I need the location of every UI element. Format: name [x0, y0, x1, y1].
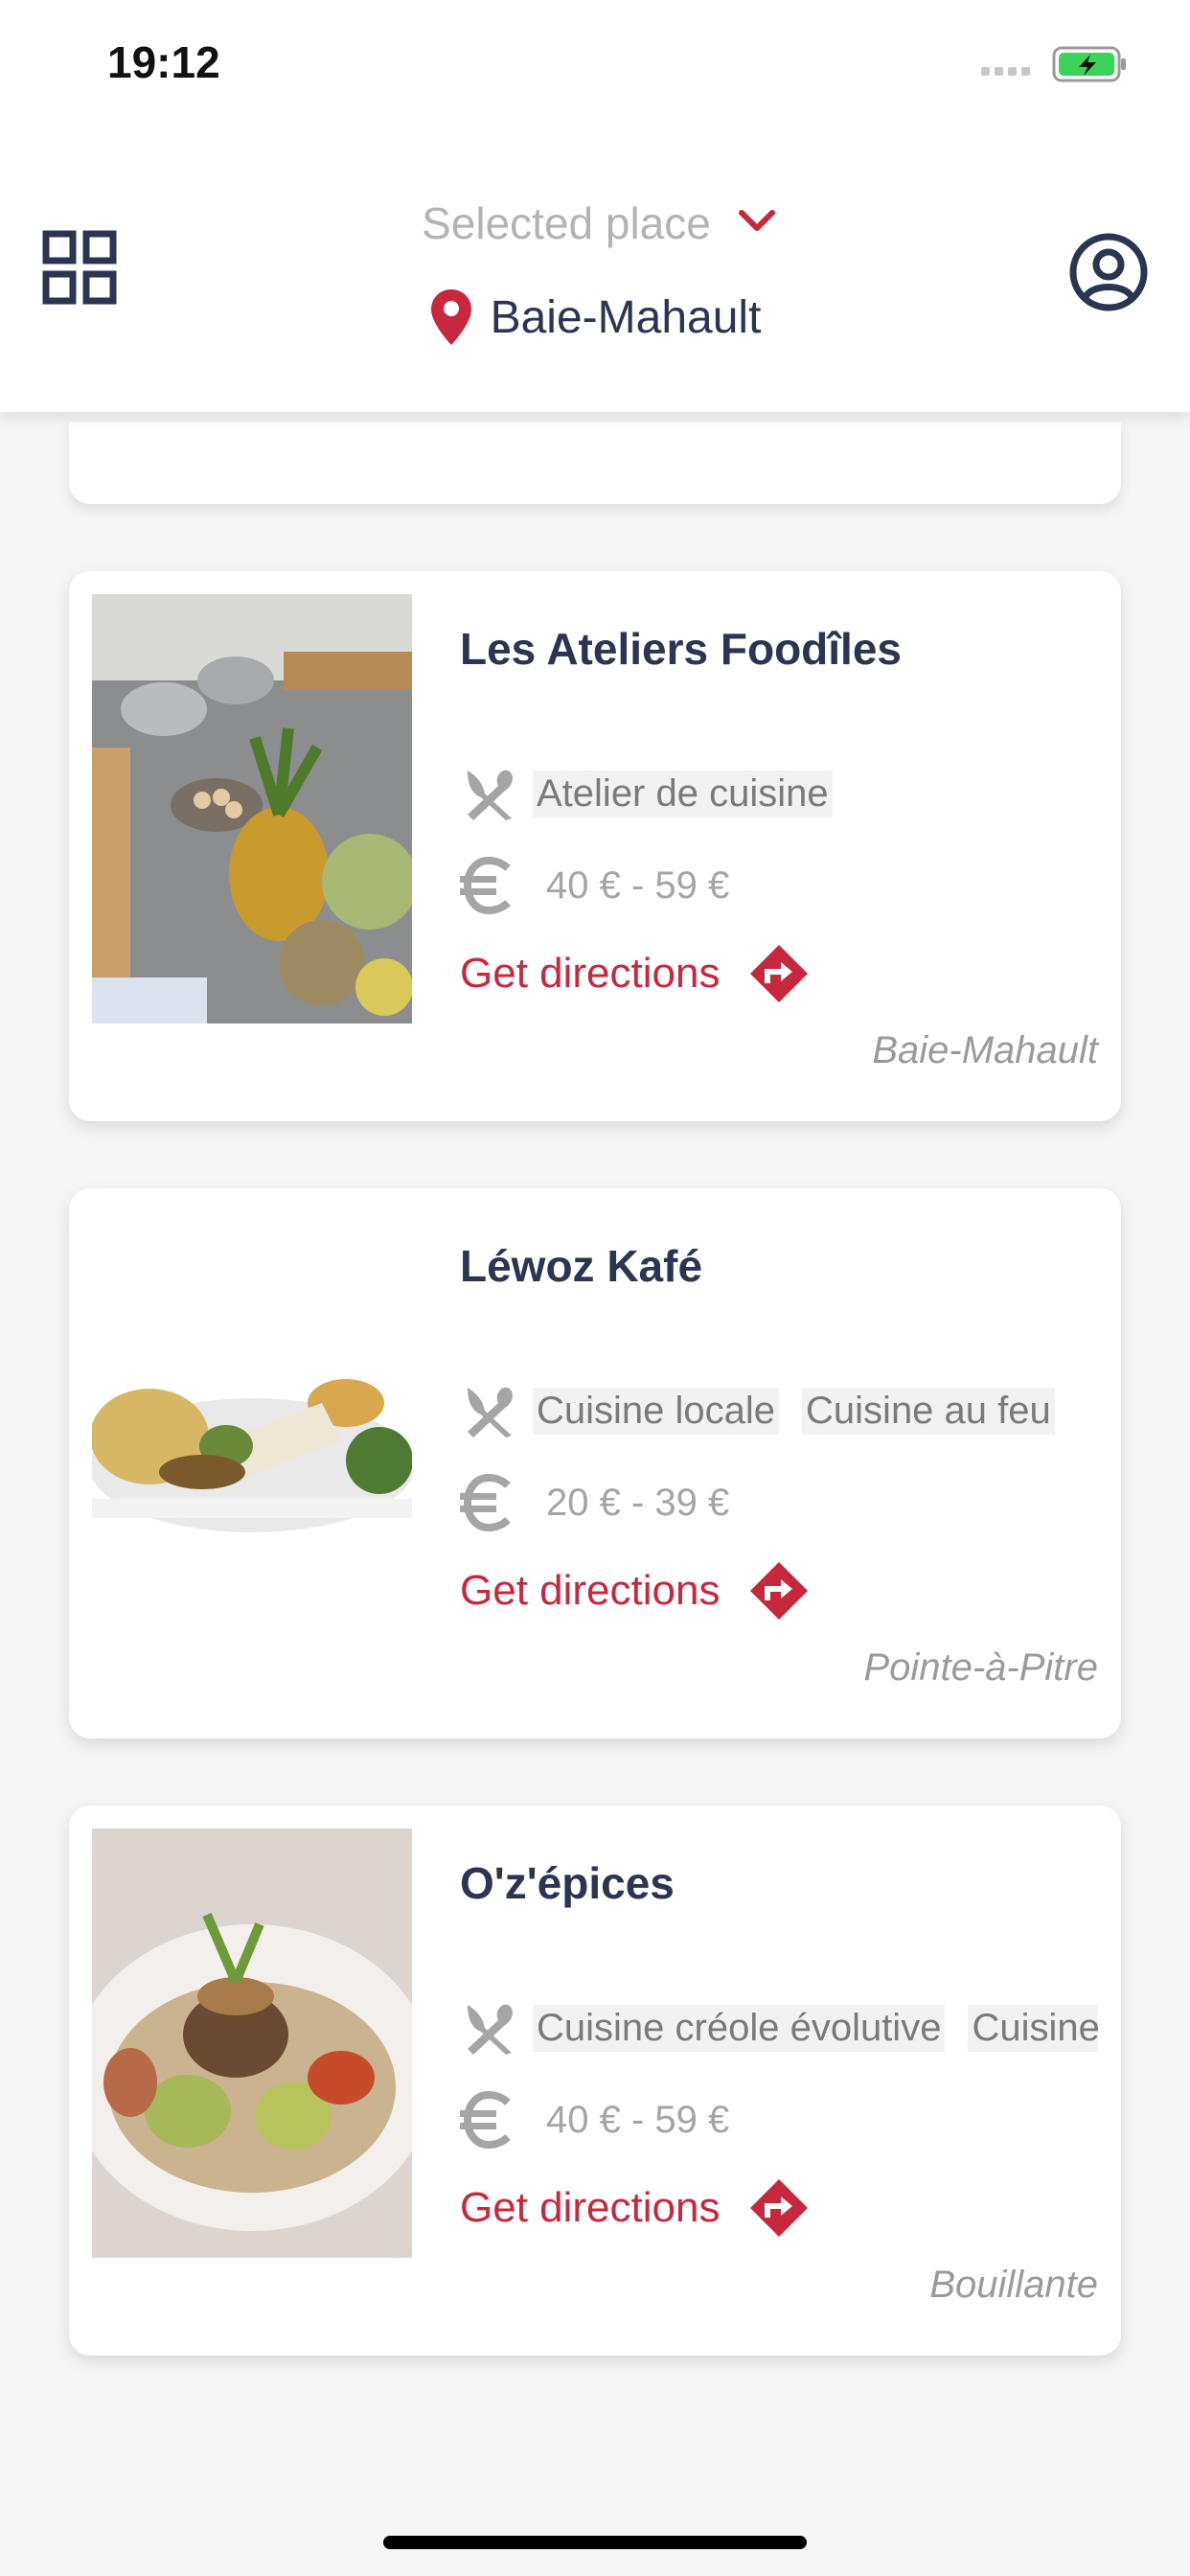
directions-icon — [750, 1562, 809, 1620]
restaurant-card[interactable]: O'z'épices Cuisine créole évolutive Cuis… — [69, 1806, 1121, 2356]
directions-icon — [750, 2179, 809, 2237]
restaurant-city: Baie-Mahault — [872, 1029, 1098, 1071]
app-header: 19:12 Selected place Baie-Mahault — [0, 0, 1190, 412]
get-directions-link[interactable]: Get directions — [460, 2177, 810, 2239]
home-indicator[interactable] — [383, 2536, 807, 2549]
cuisine-tags[interactable]: Atelier de cuisine — [460, 765, 1098, 822]
euro-icon — [460, 2091, 511, 2149]
cuisine-tag: Atelier de cuisine — [533, 770, 833, 817]
restaurant-city: Pointe-à-Pitre — [863, 1646, 1098, 1689]
directions-label: Get directions — [460, 2184, 721, 2231]
battery-charging-icon — [1052, 46, 1126, 82]
selected-place-label[interactable]: Selected place — [0, 197, 1190, 249]
location-pin-icon — [430, 289, 471, 345]
price-text: 40 € - 59 € — [546, 2098, 730, 2141]
directions-icon — [750, 945, 809, 1002]
cuisine-tags[interactable]: Cuisine créole évolutive Cuisine — [460, 1999, 1098, 2057]
cutlery-icon — [468, 1387, 513, 1438]
price-range: 20 € - 39 € — [460, 1474, 729, 1531]
restaurant-photo — [92, 1828, 412, 2258]
price-text: 40 € - 59 € — [546, 863, 730, 907]
cuisine-tag: Cuisine au feu — [802, 1387, 1055, 1435]
restaurant-city: Bouillante — [929, 2264, 1098, 2306]
restaurant-card[interactable]: Les Ateliers Foodîles Atelier de cuisine… — [69, 571, 1121, 1121]
restaurant-name: Léwoz Kafé — [460, 1241, 703, 1291]
directions-label: Get directions — [460, 1567, 721, 1614]
cuisine-tag: Cuisine créole évolutive — [533, 2004, 946, 2052]
restaurant-photo — [92, 594, 412, 1024]
price-range: 40 € - 59 € — [460, 2091, 729, 2149]
signal-icon — [981, 67, 1030, 76]
euro-icon — [460, 857, 511, 914]
price-text: 20 € - 39 € — [546, 1481, 730, 1524]
cuisine-tag: Cuisine locale — [533, 1387, 780, 1435]
restaurant-card[interactable]: Léwoz Kafé Cuisine locale Cuisine au feu… — [69, 1188, 1121, 1738]
cutlery-icon — [468, 2004, 513, 2055]
get-directions-link[interactable]: Get directions — [460, 1560, 810, 1622]
directions-label: Get directions — [460, 950, 721, 997]
price-range: 40 € - 59 € — [460, 857, 729, 914]
euro-icon — [460, 1474, 511, 1531]
get-directions-link[interactable]: Get directions — [460, 943, 810, 1004]
account-icon[interactable] — [1068, 232, 1149, 312]
restaurant-name: Les Ateliers Foodîles — [460, 624, 902, 674]
restaurant-card-partial[interactable] — [69, 422, 1121, 504]
restaurant-photo — [92, 1211, 412, 1641]
cuisine-tag: Cuisine — [968, 2004, 1098, 2052]
restaurant-name: O'z'épices — [460, 1858, 675, 1908]
status-time: 19:12 — [107, 37, 220, 87]
chevron-down-icon[interactable] — [738, 209, 776, 234]
location-selector[interactable]: Baie-Mahault — [0, 288, 1190, 347]
location-name: Baie-Mahault — [490, 291, 762, 343]
cuisine-tags[interactable]: Cuisine locale Cuisine au feu — [460, 1382, 1098, 1439]
cutlery-icon — [468, 770, 513, 820]
